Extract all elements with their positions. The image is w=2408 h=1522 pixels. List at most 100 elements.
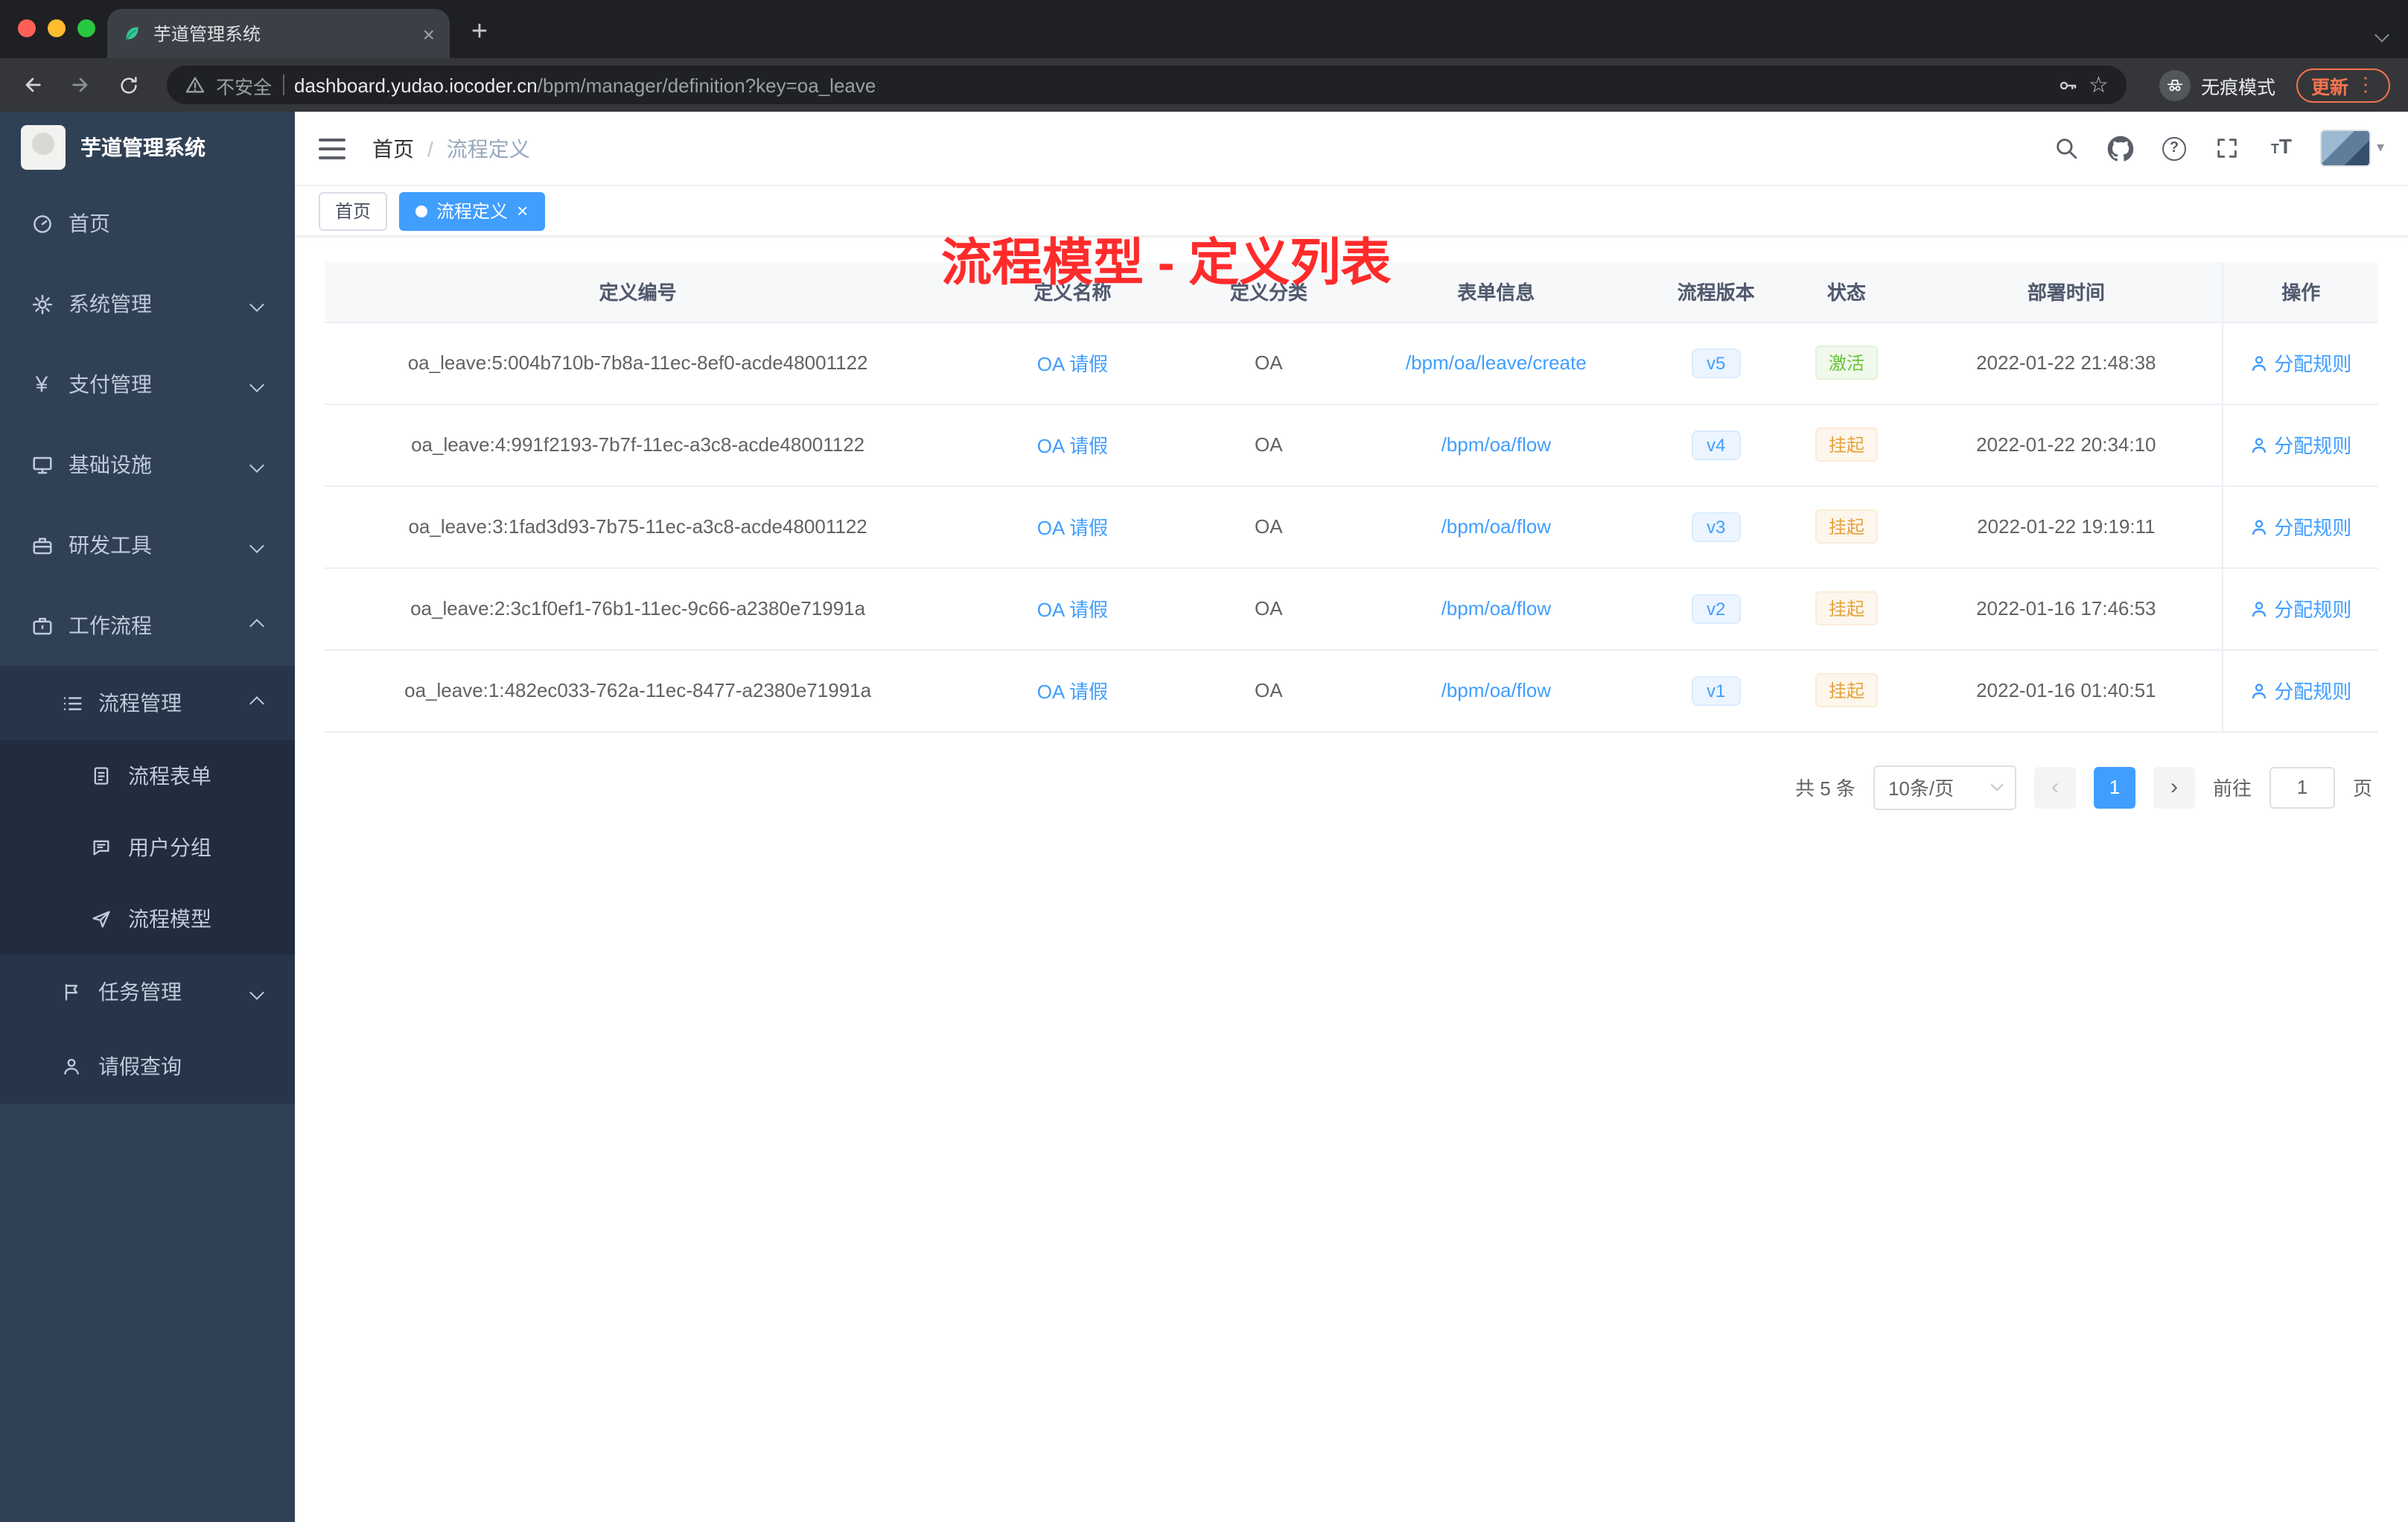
sidebar-collapse-icon[interactable]	[319, 138, 345, 159]
sidebar-item-label: 流程模型	[128, 907, 211, 931]
tag-home[interactable]: 首页	[319, 191, 388, 230]
column-header: 操作	[2222, 262, 2378, 322]
form-info-link[interactable]: /bpm/oa/leave/create	[1406, 351, 1587, 374]
fullscreen-icon[interactable]	[2213, 133, 2243, 163]
version-badge[interactable]: v1	[1692, 675, 1741, 705]
app-logo[interactable]: 芋道管理系统	[0, 112, 295, 183]
definition-name-link[interactable]: OA 请假	[1037, 435, 1108, 457]
sidebar-item-leave-query[interactable]: 请假查询	[0, 1029, 295, 1104]
browser-update-button[interactable]: 更新 ⋮	[2296, 68, 2390, 102]
column-header: 状态	[1783, 262, 1911, 322]
sidebar-item-infrastructure[interactable]: 基础设施	[0, 424, 295, 505]
tab-favicon-icon	[122, 24, 141, 43]
table-row: oa_leave:4:991f2193-7b7f-11ec-a3c8-acde4…	[325, 404, 2378, 486]
sidebar-item-label: 系统管理	[69, 292, 152, 316]
back-button[interactable]	[12, 64, 54, 106]
send-icon	[89, 907, 113, 931]
definition-name-link[interactable]: OA 请假	[1037, 517, 1108, 539]
goto-page-input[interactable]	[2269, 766, 2335, 808]
search-icon[interactable]	[2052, 133, 2082, 163]
version-badge[interactable]: v3	[1692, 512, 1741, 541]
github-icon[interactable]	[2106, 133, 2135, 163]
assign-rule-button[interactable]: 分配规则	[2250, 430, 2351, 459]
tab-close-icon[interactable]: ×	[423, 23, 435, 44]
tag-process-definition[interactable]: 流程定义 ×	[399, 191, 545, 230]
chevron-down-icon	[249, 984, 264, 999]
definition-name-link[interactable]: OA 请假	[1037, 353, 1108, 375]
cell-deploy-time: 2022-01-22 19:19:11	[1910, 485, 2223, 568]
sidebar-item-devtools[interactable]: 研发工具	[0, 505, 295, 585]
bookmark-star-icon[interactable]: ☆	[2089, 71, 2109, 98]
sidebar-item-process-model[interactable]: 流程模型	[0, 883, 295, 955]
window-close-button[interactable]	[18, 19, 36, 37]
address-bar[interactable]: 不安全 dashboard.yudao.iocoder.cn/bpm/manag…	[167, 66, 2127, 104]
tag-close-icon[interactable]: ×	[517, 201, 528, 220]
pagination-total: 共 5 条	[1795, 777, 1856, 800]
reload-button[interactable]	[107, 64, 149, 106]
font-size-icon[interactable]: TT	[2267, 133, 2296, 163]
form-info-link[interactable]: /bpm/oa/flow	[1442, 515, 1551, 538]
assign-rule-button[interactable]: 分配规则	[2250, 676, 2351, 704]
page-size-select[interactable]: 10条/页	[1873, 765, 2016, 809]
sidebar-item-system[interactable]: 系统管理	[0, 264, 295, 344]
sidebar-item-task-management[interactable]: 任务管理	[0, 955, 295, 1029]
tab-search-button[interactable]	[2374, 21, 2389, 48]
chevron-down-icon	[249, 538, 264, 553]
password-key-icon[interactable]	[2056, 74, 2078, 96]
form-info-link[interactable]: /bpm/oa/flow	[1442, 679, 1551, 701]
page-content: 定义编号 定义名称 定义分类 表单信息 流程版本 状态 部署时间 操作 oa_l	[295, 237, 2408, 1522]
cell-deploy-time: 2022-01-22 21:48:38	[1910, 322, 2223, 404]
navbar-actions: ? TT ▾	[2052, 130, 2384, 167]
version-badge[interactable]: v4	[1692, 430, 1741, 459]
omnibox-divider	[282, 74, 284, 95]
next-page-button[interactable]: ›	[2153, 766, 2195, 808]
url-path: /bpm/manager/definition?key=oa_leave	[537, 74, 876, 96]
help-icon[interactable]: ?	[2159, 133, 2189, 163]
prev-page-button[interactable]: ‹	[2033, 766, 2076, 808]
sidebar-item-process-form[interactable]: 流程表单	[0, 740, 295, 812]
app-frame: 芋道管理系统 首页 系统管理 ¥ 支付管理 基础设施 研发工具 工作流程 流程管…	[0, 112, 2408, 1522]
browser-menu-icon[interactable]: ⋮	[2356, 73, 2375, 97]
sidebar-item-label: 任务管理	[98, 980, 182, 1004]
browser-window: 芋道管理系统 × + 不安全 dashboard.yudao.iocoder.c…	[0, 0, 2408, 1522]
sidebar-item-process-management[interactable]: 流程管理	[0, 666, 295, 740]
briefcase-icon	[30, 614, 54, 637]
url-domain: dashboard.yudao.iocoder.cn	[294, 74, 538, 96]
sidebar-item-payment[interactable]: ¥ 支付管理	[0, 344, 295, 424]
status-badge: 激活	[1815, 346, 1878, 380]
browser-tabstrip: 芋道管理系统 × +	[0, 0, 2408, 58]
definition-name-link[interactable]: OA 请假	[1037, 681, 1108, 703]
sidebar-item-label: 基础设施	[69, 453, 152, 477]
cell-category: OA	[1194, 404, 1343, 486]
assign-rule-button[interactable]: 分配规则	[2250, 512, 2351, 541]
version-badge[interactable]: v5	[1692, 348, 1741, 378]
person-icon	[60, 1054, 83, 1078]
chevron-down-icon	[249, 457, 264, 472]
browser-toolbar: 不安全 dashboard.yudao.iocoder.cn/bpm/manag…	[0, 58, 2408, 112]
sidebar-item-user-group[interactable]: 用户分组	[0, 812, 295, 883]
definition-name-link[interactable]: OA 请假	[1037, 599, 1108, 621]
table-row: oa_leave:3:1fad3d93-7b75-11ec-a3c8-acde4…	[325, 485, 2378, 568]
sidebar-item-label: 工作流程	[69, 614, 152, 637]
version-badge[interactable]: v2	[1692, 593, 1741, 623]
breadcrumb-home[interactable]: 首页	[372, 133, 414, 163]
new-tab-button[interactable]: +	[459, 12, 500, 54]
form-info-link[interactable]: /bpm/oa/flow	[1442, 597, 1551, 620]
window-controls	[18, 19, 95, 37]
user-menu[interactable]: ▾	[2319, 130, 2384, 167]
document-icon	[89, 764, 113, 788]
sidebar-item-workflow[interactable]: 工作流程	[0, 585, 295, 666]
cell-category: OA	[1194, 649, 1343, 732]
form-info-link[interactable]: /bpm/oa/flow	[1442, 433, 1551, 456]
window-minimize-button[interactable]	[48, 19, 66, 37]
assign-rule-button[interactable]: 分配规则	[2250, 594, 2351, 623]
chat-group-icon	[89, 835, 113, 859]
browser-tab[interactable]: 芋道管理系统 ×	[107, 9, 450, 58]
security-warning-icon[interactable]	[185, 74, 206, 95]
window-zoom-button[interactable]	[77, 19, 95, 37]
breadcrumb-current: 流程定义	[446, 136, 530, 160]
sidebar-item-home[interactable]: 首页	[0, 183, 295, 264]
forward-button[interactable]	[60, 64, 101, 106]
page-number-button[interactable]: 1	[2093, 766, 2135, 808]
assign-rule-button[interactable]: 分配规则	[2250, 348, 2351, 377]
